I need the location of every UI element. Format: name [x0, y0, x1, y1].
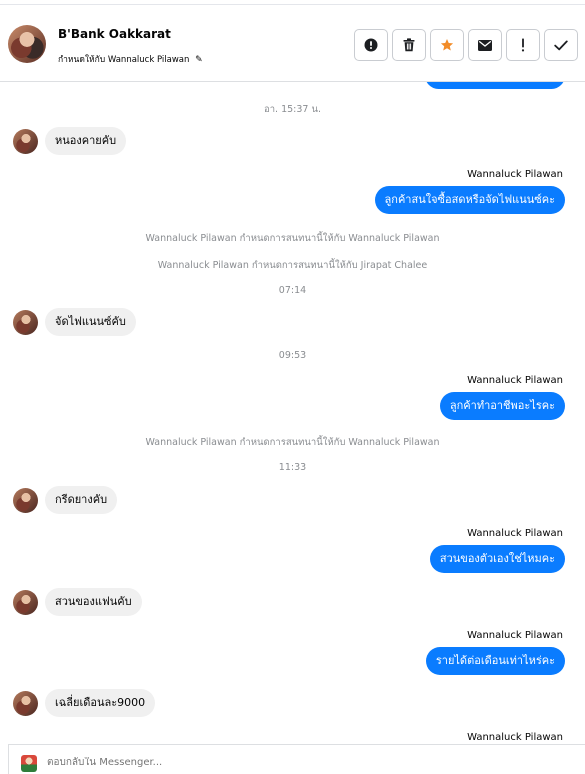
assignee-name: Wannaluck Pilawan: [107, 55, 190, 65]
message-bubble-incoming[interactable]: จัดไฟแนนซ์คับ: [45, 308, 136, 336]
contact-name[interactable]: B'Bank Oakkarat: [58, 27, 171, 41]
message-row-incoming: สวนของแฟนคับ: [13, 588, 142, 616]
system-message: Wannaluck Pilawan กำหนดการสนทนานี้ให้กับ…: [145, 437, 440, 448]
message-bubble-outgoing[interactable]: สวนของตัวเองใช่ไหมคะ: [429, 545, 565, 573]
message-row-incoming: เฉลี่ยเดือนละ9000: [13, 689, 156, 717]
check-icon: [554, 40, 568, 50]
trash-icon: [403, 38, 415, 52]
message-row-outgoing: ลูกค้าทำอาชีพอะไรคะ: [439, 392, 565, 420]
reply-composer: [8, 744, 585, 774]
timestamp: 07:14: [278, 285, 307, 296]
contact-avatar[interactable]: [8, 25, 46, 63]
spam-button[interactable]: [354, 29, 388, 61]
follow-up-button[interactable]: [430, 29, 464, 61]
star-icon: [440, 39, 454, 51]
assignment-line[interactable]: กำหนดให้กับ Wannaluck Pilawan ✎: [58, 52, 203, 66]
delete-button[interactable]: [392, 29, 426, 61]
message-row-outgoing: ลูกค้าสนใจซื้อสดหรือจัดไฟแนนซ์คะ: [374, 186, 565, 214]
sender-name: Wannaluck Pilawan: [467, 630, 563, 641]
exclamation-icon: [521, 38, 525, 52]
mail-icon: [478, 39, 492, 51]
message-bubble-outgoing-partial[interactable]: [425, 82, 565, 89]
sender-name: Wannaluck Pilawan: [467, 375, 563, 386]
system-message: Wannaluck Pilawan กำหนดการสนทนานี้ให้กับ…: [157, 260, 428, 271]
message-row-incoming: หนองคายคับ: [13, 127, 127, 155]
timestamp: 09:53: [278, 350, 307, 361]
done-button[interactable]: [544, 29, 578, 61]
message-thread[interactable]: อา. 15:37 น. หนองคายคับ Wannaluck Pilawa…: [0, 82, 585, 744]
sender-name: Wannaluck Pilawan: [467, 528, 563, 539]
message-row-incoming: จัดไฟแนนซ์คับ: [13, 308, 136, 336]
message-bubble-outgoing[interactable]: ลูกค้าทำอาชีพอะไรคะ: [439, 392, 565, 420]
pencil-icon[interactable]: ✎: [195, 55, 203, 65]
alert-circle-icon: [364, 38, 378, 52]
contact-avatar-small: [13, 128, 38, 154]
message-bubble-incoming[interactable]: สวนของแฟนคับ: [45, 588, 142, 616]
message-row-incoming: กรีดยางคับ: [13, 486, 118, 514]
contact-avatar-small: [13, 309, 38, 335]
important-button[interactable]: [506, 29, 540, 61]
contact-avatar-small: [13, 589, 38, 615]
timestamp: 11:33: [278, 462, 307, 473]
timestamp: อา. 15:37 น.: [264, 104, 321, 115]
reply-input[interactable]: [47, 757, 547, 768]
message-bubble-incoming[interactable]: เฉลี่ยเดือนละ9000: [45, 689, 156, 717]
mark-unread-button[interactable]: [468, 29, 502, 61]
conversation-header: B'Bank Oakkarat กำหนดให้กับ Wannaluck Pi…: [0, 4, 585, 82]
message-bubble-outgoing[interactable]: รายได้ต่อเดือนเท่าไหร่คะ: [425, 647, 565, 675]
contact-avatar-small: [13, 487, 38, 513]
page-avatar-icon: [21, 755, 37, 772]
contact-avatar-small: [13, 690, 38, 716]
message-bubble-outgoing[interactable]: ลูกค้าสนใจซื้อสดหรือจัดไฟแนนซ์คะ: [374, 186, 565, 214]
message-row-outgoing: สวนของตัวเองใช่ไหมคะ: [429, 545, 565, 573]
message-row-outgoing: รายได้ต่อเดือนเท่าไหร่คะ: [425, 647, 565, 675]
sender-name: Wannaluck Pilawan: [467, 732, 563, 743]
message-bubble-incoming[interactable]: หนองคายคับ: [45, 127, 127, 155]
system-message: Wannaluck Pilawan กำหนดการสนทนานี้ให้กับ…: [145, 233, 440, 244]
assign-prefix: กำหนดให้กับ: [58, 55, 106, 65]
message-bubble-incoming[interactable]: กรีดยางคับ: [45, 486, 118, 514]
sender-name: Wannaluck Pilawan: [467, 169, 563, 180]
action-toolbar: [354, 29, 578, 61]
